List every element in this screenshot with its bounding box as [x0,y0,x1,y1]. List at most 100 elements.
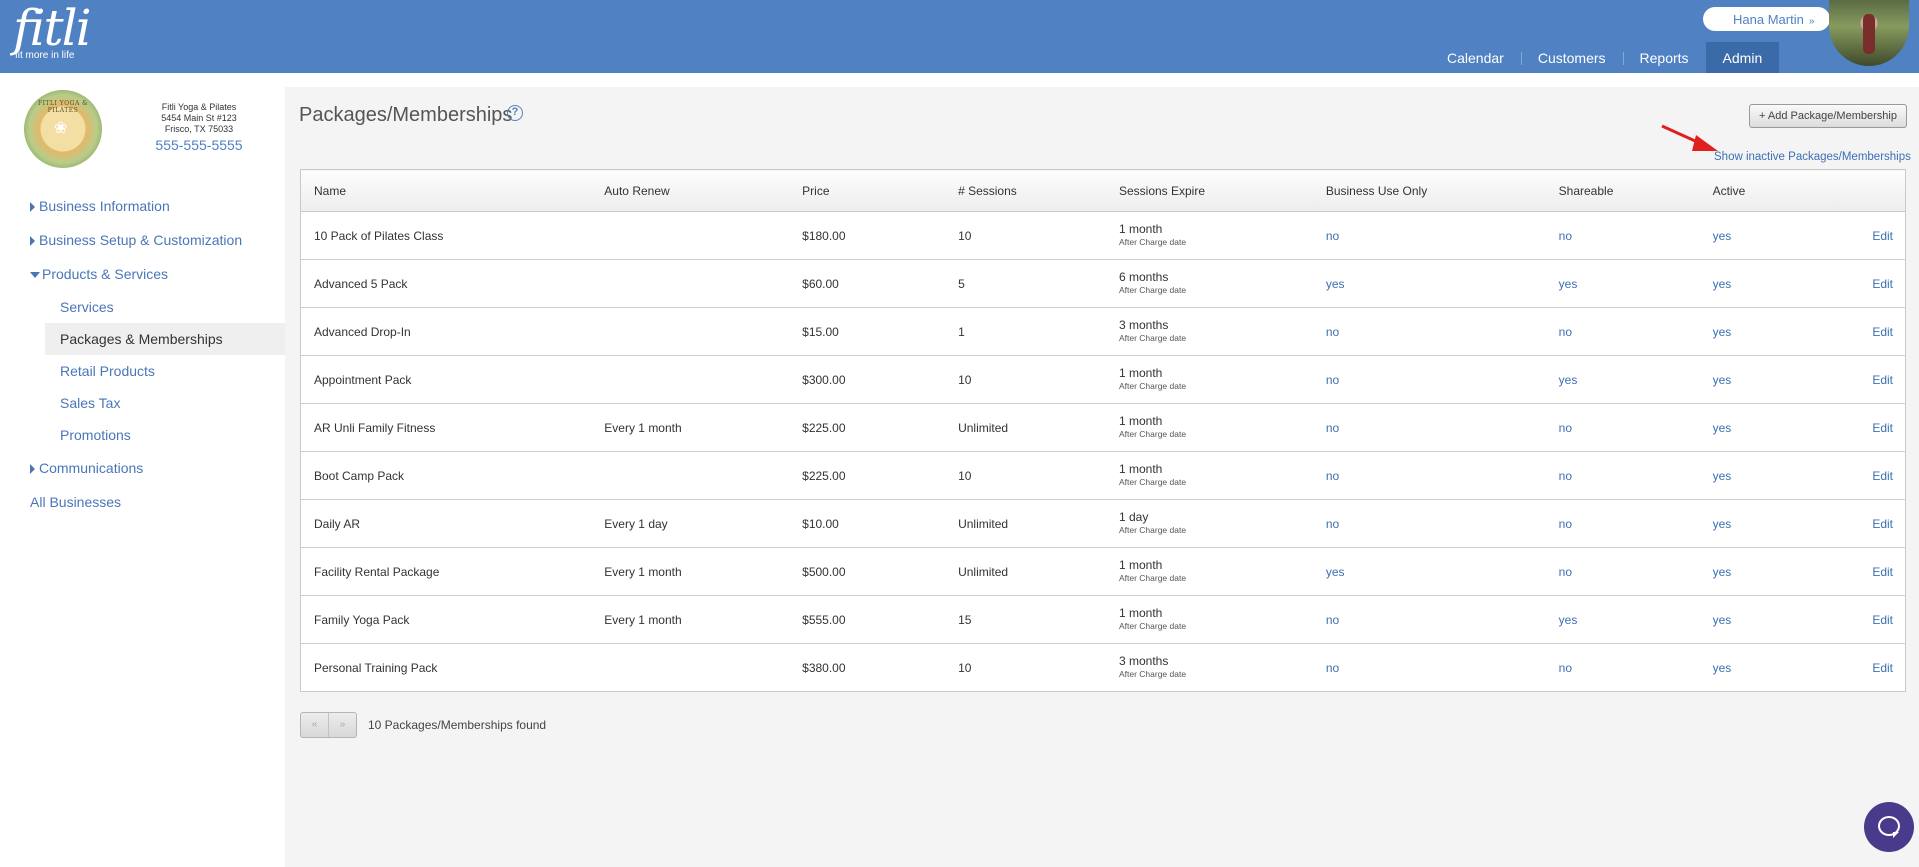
shareable-toggle[interactable]: yes [1559,277,1578,291]
col-header-shareable[interactable]: Shareable [1545,169,1700,212]
sidebar-item-label: Business Setup & Customization [39,232,243,248]
business-use-toggle[interactable]: no [1326,517,1339,531]
sidebar-subitem-sales-tax[interactable]: Sales Tax [0,387,285,419]
edit-link[interactable]: Edit [1872,565,1893,579]
caret-right-icon [30,202,35,212]
active-toggle[interactable]: yes [1713,229,1732,243]
edit-link[interactable]: Edit [1872,613,1893,627]
expire-note: After Charge date [1118,333,1187,343]
active-toggle[interactable]: yes [1713,661,1732,675]
cell-edit: Edit [1833,403,1906,452]
business-use-toggle[interactable]: yes [1326,277,1345,291]
nav-calendar[interactable]: Calendar [1430,42,1521,73]
cell-shareable: no [1545,403,1700,452]
edit-link[interactable]: Edit [1872,661,1893,675]
table-row[interactable]: Advanced Drop-In $15.00 1 3 months After … [300,307,1906,356]
active-toggle[interactable]: yes [1713,517,1732,531]
sidebar-item-label: Communications [39,460,144,476]
expire-value: 1 month [1118,606,1163,620]
col-header-business-use-only[interactable]: Business Use Only [1312,169,1546,212]
business-use-toggle[interactable]: no [1326,469,1339,483]
active-toggle[interactable]: yes [1713,613,1732,627]
table-row[interactable]: 10 Pack of Pilates Class $180.00 10 1 mo… [300,211,1906,260]
business-use-toggle[interactable]: yes [1326,565,1345,579]
shareable-toggle[interactable]: no [1559,325,1572,339]
active-toggle[interactable]: yes [1713,277,1732,291]
sidebar-subitem-services[interactable]: Services [0,291,285,323]
user-menu-button[interactable]: Hana Martin » [1703,7,1830,31]
col-header-sessions-expire[interactable]: Sessions Expire [1105,169,1313,212]
sidebar-item-business-setup[interactable]: Business Setup & Customization [0,223,285,257]
business-phone[interactable]: 555-555-5555 [140,137,258,153]
business-use-toggle[interactable]: no [1326,661,1339,675]
nav-customers[interactable]: Customers [1520,42,1623,73]
edit-link[interactable]: Edit [1872,517,1893,531]
table-row[interactable]: AR Unli Family Fitness Every 1 month $22… [300,403,1906,452]
sidebar-item-products-services[interactable]: Products & Services [0,257,285,291]
nav-admin[interactable]: Admin [1705,42,1780,73]
cell-shareable: yes [1545,595,1700,644]
cell-sessions-expire: 1 month After Charge date [1105,547,1313,596]
col-header-price[interactable]: Price [789,169,946,212]
active-toggle[interactable]: yes [1713,325,1732,339]
table-row[interactable]: Family Yoga Pack Every 1 month $555.00 1… [300,595,1906,644]
sidebar-subitem-promotions[interactable]: Promotions [0,419,285,451]
edit-link[interactable]: Edit [1872,421,1893,435]
active-toggle[interactable]: yes [1713,421,1732,435]
active-toggle[interactable]: yes [1713,469,1732,483]
col-header-name[interactable]: Name [300,169,592,212]
cell-sessions: Unlimited [945,547,1106,596]
cell-sessions-expire: 1 month After Charge date [1105,355,1313,404]
col-header-auto-renew[interactable]: Auto Renew [591,169,790,212]
shareable-toggle[interactable]: no [1559,229,1572,243]
col-header-active[interactable]: Active [1699,169,1834,212]
cell-name: Daily AR [300,499,592,548]
edit-link[interactable]: Edit [1872,229,1893,243]
business-use-toggle[interactable]: no [1326,373,1339,387]
edit-link[interactable]: Edit [1872,469,1893,483]
sidebar-subitem-packages-memberships[interactable]: Packages & Memberships [45,323,285,355]
show-inactive-link[interactable]: Show inactive Packages/Memberships [1714,151,1911,163]
sidebar-item-communications[interactable]: Communications [0,451,285,485]
chat-bubble-icon[interactable] [1864,802,1914,852]
table-row[interactable]: Facility Rental Package Every 1 month $5… [300,547,1906,596]
sidebar-item-business-information[interactable]: Business Information [0,189,285,223]
edit-link[interactable]: Edit [1872,277,1893,291]
business-use-toggle[interactable]: no [1326,613,1339,627]
business-use-toggle[interactable]: no [1326,325,1339,339]
shareable-toggle[interactable]: yes [1559,613,1578,627]
expire-note: After Charge date [1118,477,1187,487]
table-row[interactable]: Boot Camp Pack $225.00 10 1 month After C… [300,451,1906,500]
cell-sessions: 15 [945,595,1106,644]
shareable-toggle[interactable]: yes [1559,373,1578,387]
active-toggle[interactable]: yes [1713,373,1732,387]
table-row[interactable]: Advanced 5 Pack $60.00 5 6 months After C… [300,259,1906,308]
col-header-sessions[interactable]: # Sessions [945,169,1106,212]
sidebar-subitem-retail-products[interactable]: Retail Products [0,355,285,387]
shareable-toggle[interactable]: no [1559,661,1572,675]
fitli-logo[interactable]: fitli fit more in life [13,3,92,61]
prev-page-button[interactable]: « [301,713,328,737]
add-package-button[interactable]: + Add Package/Membership [1749,104,1907,128]
shareable-toggle[interactable]: no [1559,469,1572,483]
cell-edit: Edit [1833,259,1906,308]
edit-link[interactable]: Edit [1872,325,1893,339]
avatar[interactable] [1829,0,1909,66]
question-circle-icon[interactable]: ? [507,105,523,121]
sidebar-item-all-businesses[interactable]: All Businesses [0,485,285,519]
business-use-toggle[interactable]: no [1326,229,1339,243]
table-row[interactable]: Personal Training Pack $380.00 10 3 mont… [301,644,1906,692]
nav-reports[interactable]: Reports [1622,42,1706,73]
table-row[interactable]: Appointment Pack $300.00 10 1 month After… [300,355,1906,404]
active-toggle[interactable]: yes [1713,565,1732,579]
cell-price: $15.00 [789,307,946,356]
business-use-toggle[interactable]: no [1326,421,1339,435]
shareable-toggle[interactable]: no [1559,565,1572,579]
shareable-toggle[interactable]: no [1559,517,1572,531]
shareable-toggle[interactable]: no [1559,421,1572,435]
next-page-button[interactable]: » [328,713,356,737]
caret-right-icon [30,236,35,246]
cell-auto-renew [591,259,790,308]
edit-link[interactable]: Edit [1872,373,1893,387]
table-row[interactable]: Daily AR Every 1 day $10.00 Unlimited 1 … [300,499,1906,548]
